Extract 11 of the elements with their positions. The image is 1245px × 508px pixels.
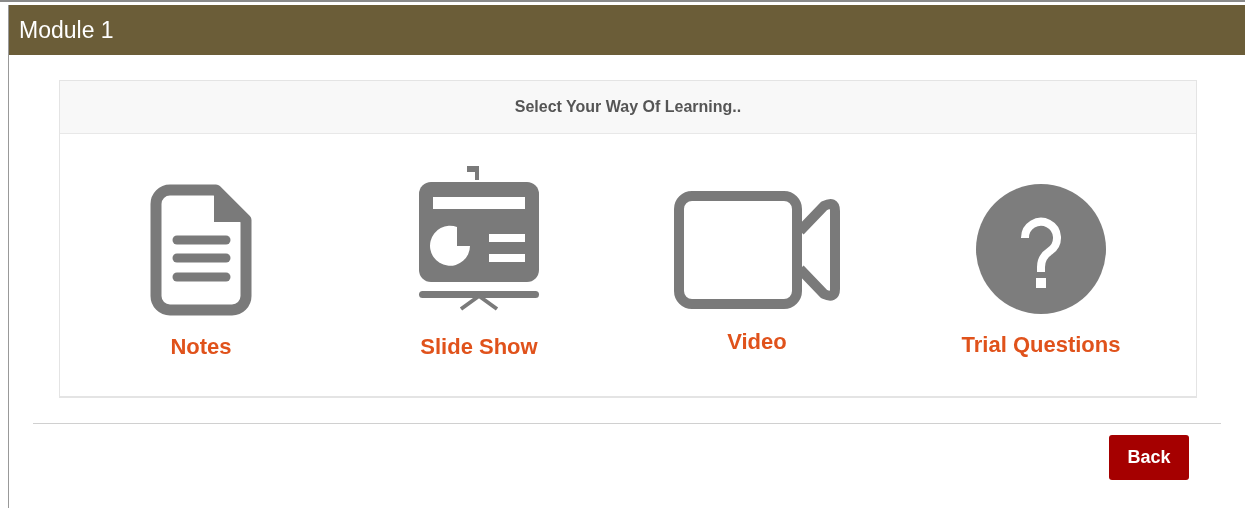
option-link[interactable]: Notes	[62, 166, 340, 366]
panel-heading: Select Your Way Of Learning..	[514, 98, 742, 116]
option-link[interactable]: Slide Show	[340, 166, 618, 366]
help-icon	[976, 184, 1106, 314]
document-icon	[150, 184, 252, 316]
option-link[interactable]: Video	[618, 166, 896, 366]
video-camera-icon	[674, 191, 840, 309]
module-title: Module 1	[19, 16, 114, 44]
presentation-board-icon	[417, 166, 541, 311]
option-link[interactable]: Trial Questions	[896, 166, 1186, 366]
back-button[interactable]: Back	[1109, 435, 1189, 480]
